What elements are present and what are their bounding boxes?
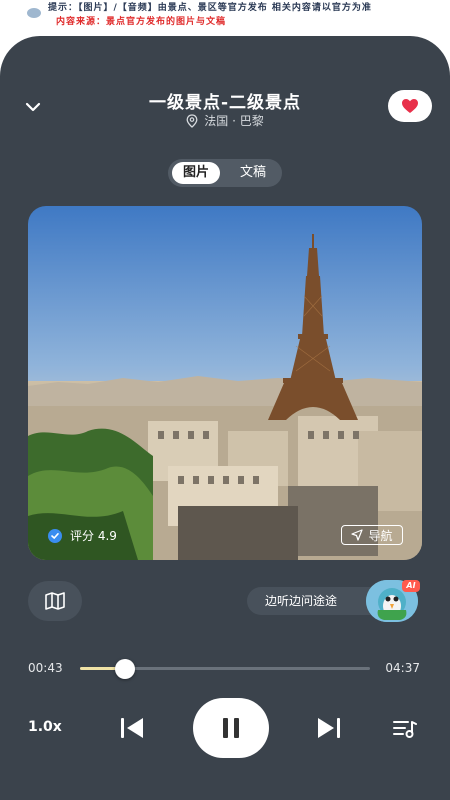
playback-speed-button[interactable]: 1.0x: [28, 719, 62, 735]
location-line: 法国 · 巴黎: [0, 112, 450, 129]
tab-transcript[interactable]: 文稿: [228, 162, 278, 184]
location-text: 法国 · 巴黎: [204, 114, 264, 128]
next-track-button[interactable]: [316, 716, 342, 740]
ai-badge: AI: [402, 580, 420, 592]
playlist-icon: [393, 721, 417, 738]
progress-slider[interactable]: [80, 659, 370, 679]
map-button[interactable]: [28, 581, 82, 621]
notice-line-2: 内容来源：景点官方发布的图片与文稿: [56, 17, 227, 27]
notice-icon: [27, 8, 41, 18]
pause-button[interactable]: [193, 698, 269, 758]
progress-knob[interactable]: [114, 659, 135, 679]
previous-track-button[interactable]: [119, 716, 145, 740]
verified-check-icon: [48, 528, 62, 543]
rating-badge: 评分 4.9: [48, 527, 117, 544]
notice-banner: 提示：【图片】/【音频】由景点、景区等官方发布 相关内容请以官方为准 内容来源：…: [0, 0, 450, 36]
skip-previous-icon: [121, 718, 143, 738]
favorite-button[interactable]: [388, 90, 432, 122]
notice-line-1: 提示：【图片】/【音频】由景点、景区等官方发布 相关内容请以官方为准: [48, 3, 372, 13]
skip-next-icon: [318, 718, 340, 738]
map-icon: [45, 592, 65, 610]
navigate-label: 导航: [368, 528, 393, 543]
content-toggle: 图片 文稿: [168, 159, 282, 187]
navigate-button[interactable]: 导航: [341, 525, 403, 545]
playlist-button[interactable]: [392, 718, 418, 740]
eiffel-tower-scene: [28, 206, 422, 560]
current-time: 00:43: [28, 661, 63, 675]
navigation-arrow-icon: [351, 529, 364, 541]
location-pin-icon: [186, 114, 198, 128]
page-title: 一级景点-二级景点: [148, 93, 302, 113]
total-time: 04:37: [385, 661, 420, 675]
pause-icon: [223, 718, 239, 738]
tab-images[interactable]: 图片: [172, 162, 220, 184]
heart-icon: [402, 99, 418, 113]
player-panel: 一级景点-二级景点 法国 · 巴黎 图片 文稿 评分 4.9 导航 边听边问途途…: [0, 36, 450, 800]
rating-text: 评分 4.9: [70, 529, 117, 543]
attraction-photo[interactable]: [28, 206, 422, 560]
